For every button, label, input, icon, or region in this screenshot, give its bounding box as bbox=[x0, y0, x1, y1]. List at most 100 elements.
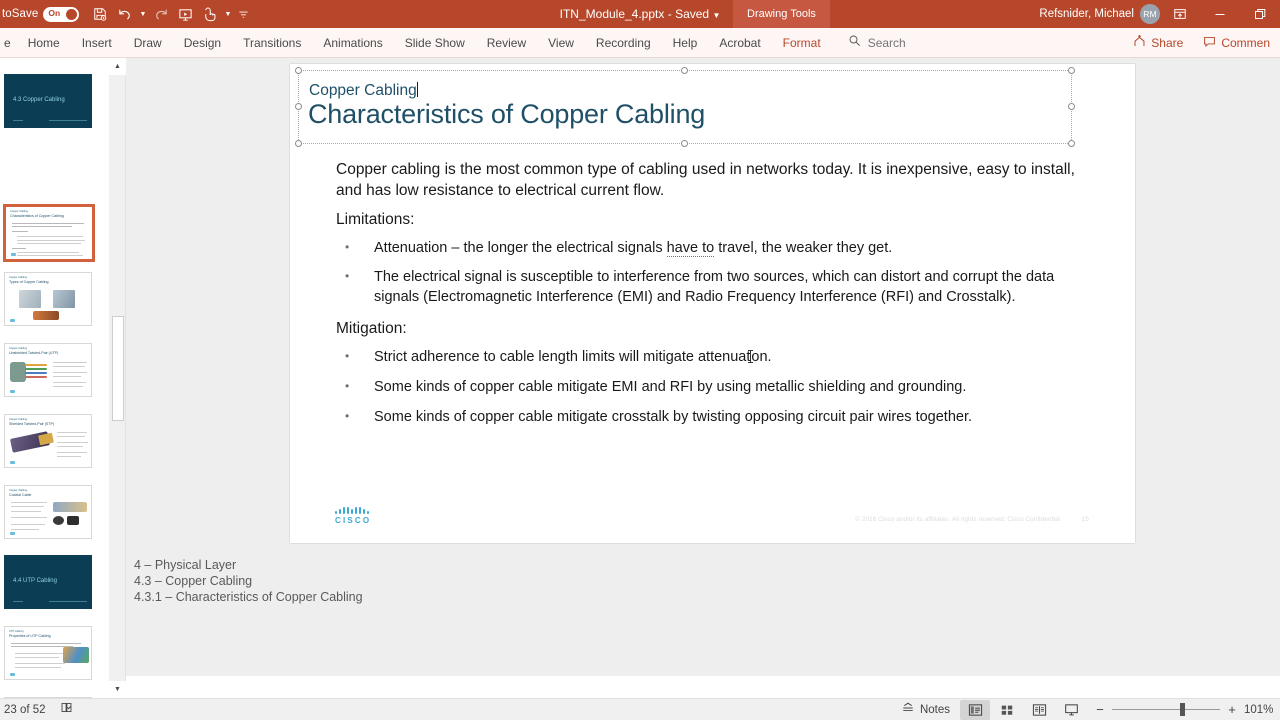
slide-thumbnail-3-title: Types of Copper Cabling bbox=[9, 280, 49, 284]
accessibility-checker-icon[interactable] bbox=[60, 701, 73, 719]
reading-view-icon[interactable] bbox=[1024, 700, 1054, 720]
slide-editing-area: Copper Cabling Characteristics of Copper… bbox=[126, 58, 1280, 550]
ribbon-display-options-icon[interactable] bbox=[1160, 0, 1200, 28]
slide-thumbnail-4[interactable]: Copper Cabling Unshielded Twisted-Pair (… bbox=[4, 343, 92, 397]
restore-icon[interactable] bbox=[1240, 0, 1280, 28]
start-presentation-icon[interactable] bbox=[174, 3, 196, 25]
slide-thumbnail-7-title: 4.4 UTP Cabling bbox=[13, 578, 57, 584]
share-button[interactable]: Share bbox=[1123, 28, 1193, 58]
touch-mouse-dropdown-icon[interactable]: ▼ bbox=[222, 3, 233, 25]
resize-handle-middle-right[interactable] bbox=[1068, 103, 1075, 110]
slide-thumbnail-1[interactable]: 4.3 Copper Cabling bbox=[4, 74, 92, 128]
autosave-control[interactable]: toSave On bbox=[2, 7, 79, 22]
tab-transitions[interactable]: Transitions bbox=[232, 28, 312, 58]
tab-draw[interactable]: Draw bbox=[123, 28, 173, 58]
normal-view-icon[interactable] bbox=[960, 700, 990, 720]
resize-handle-top-center[interactable] bbox=[681, 67, 688, 74]
zoom-control[interactable]: − + 101% bbox=[1094, 702, 1278, 717]
document-name[interactable]: ITN_Module_4.pptx bbox=[560, 7, 665, 21]
tab-home[interactable]: Home bbox=[17, 28, 71, 58]
autosave-state: On bbox=[48, 8, 60, 18]
thumbnail-pane-scrollbar[interactable]: ▲ ▼ bbox=[109, 58, 126, 698]
user-name[interactable]: Refsnider, Michael bbox=[1039, 8, 1134, 20]
title-bar-right: Refsnider, Michael RM bbox=[1039, 0, 1280, 28]
status-bar: 23 of 52 Notes bbox=[0, 698, 1280, 720]
search-box[interactable] bbox=[848, 28, 1098, 58]
slide-thumbnail-3[interactable]: Copper Cabling Types of Copper Cabling bbox=[4, 272, 92, 326]
slide-sorter-view-icon[interactable] bbox=[992, 700, 1022, 720]
zoom-in-button[interactable]: + bbox=[1226, 702, 1238, 717]
undo-icon[interactable] bbox=[113, 3, 135, 25]
resize-handle-bottom-center[interactable] bbox=[681, 140, 688, 147]
tab-acrobat[interactable]: Acrobat bbox=[708, 28, 771, 58]
search-input[interactable] bbox=[868, 36, 1098, 50]
tab-slide-show[interactable]: Slide Show bbox=[394, 28, 476, 58]
notes-line: 4 – Physical Layer bbox=[134, 558, 1280, 574]
ribbon-right-actions: Share Commen bbox=[1123, 28, 1280, 58]
resize-handle-top-left[interactable] bbox=[295, 67, 302, 74]
scrollbar-thumb[interactable] bbox=[112, 316, 124, 421]
slide-canvas[interactable]: Copper Cabling Characteristics of Copper… bbox=[290, 64, 1135, 543]
slide-thumbnail-6-eyebrow: Copper Cabling bbox=[9, 489, 27, 492]
zoom-level[interactable]: 101% bbox=[1244, 704, 1278, 716]
quick-access-toolbar: ▼ ▼ bbox=[89, 3, 251, 25]
autosave-toggle[interactable]: On bbox=[43, 7, 79, 22]
mouse-text-cursor bbox=[750, 350, 751, 363]
slide-thumbnail-3-eyebrow: Copper Cabling bbox=[9, 276, 27, 279]
tab-help[interactable]: Help bbox=[662, 28, 709, 58]
tab-review[interactable]: Review bbox=[476, 28, 537, 58]
slide-thumbnail-7[interactable]: 4.4 UTP Cabling bbox=[4, 555, 92, 609]
slide-eyebrow[interactable]: Copper Cabling bbox=[309, 82, 418, 100]
slide-counter[interactable]: 23 of 52 bbox=[4, 704, 46, 716]
slide-thumbnail-1-title: 4.3 Copper Cabling bbox=[13, 97, 65, 103]
zoom-out-button[interactable]: − bbox=[1094, 702, 1106, 717]
bullet-text: The electrical signal is susceptible to … bbox=[374, 268, 1096, 307]
slide-thumbnail-2[interactable]: Copper Cabling Characteristics of Copper… bbox=[3, 204, 95, 262]
document-title-dropdown-icon[interactable]: ▼ bbox=[712, 11, 720, 20]
scroll-up-icon[interactable]: ▲ bbox=[109, 58, 126, 75]
tab-design[interactable]: Design bbox=[173, 28, 232, 58]
resize-handle-bottom-left[interactable] bbox=[295, 140, 302, 147]
slide-thumbnail-6[interactable]: Copper Cabling Coaxial Cable bbox=[4, 485, 92, 539]
tab-format[interactable]: Format bbox=[772, 28, 832, 58]
slide-show-view-icon[interactable] bbox=[1056, 700, 1086, 720]
title-bar: toSave On ▼ bbox=[0, 0, 1280, 28]
notes-pane[interactable]: 4 – Physical Layer 4.3 – Copper Cabling … bbox=[126, 550, 1280, 676]
avatar[interactable]: RM bbox=[1140, 4, 1160, 24]
touch-mouse-mode-icon[interactable] bbox=[198, 3, 220, 25]
customize-qat-icon[interactable] bbox=[235, 3, 251, 25]
zoom-slider-knob[interactable] bbox=[1180, 703, 1185, 716]
slide-thumbnail-5[interactable]: Copper Cabling Shielded Twisted-Pair (ST… bbox=[4, 414, 92, 468]
notes-line: 4.3 – Copper Cabling bbox=[134, 574, 1280, 590]
slide-number: 15 bbox=[1082, 516, 1089, 523]
resize-handle-middle-left[interactable] bbox=[295, 103, 302, 110]
bullet-glyph: • bbox=[336, 239, 374, 259]
comments-button[interactable]: Commen bbox=[1193, 28, 1280, 58]
comment-icon bbox=[1203, 35, 1216, 51]
body-placeholder[interactable]: Copper cabling is the most common type o… bbox=[336, 160, 1096, 437]
undo-dropdown-icon[interactable]: ▼ bbox=[137, 3, 148, 25]
slide-thumbnail-5-eyebrow: Copper Cabling bbox=[9, 418, 27, 421]
zoom-slider[interactable] bbox=[1112, 709, 1220, 710]
title-placeholder[interactable]: Copper Cabling Characteristics of Copper… bbox=[298, 70, 1072, 144]
bullet-glyph: • bbox=[336, 408, 374, 428]
slide-thumbnail-8[interactable]: UTP Cabling Properties of UTP Cabling bbox=[4, 626, 92, 680]
autosave-label: toSave bbox=[2, 8, 38, 20]
notes-toggle-button[interactable]: Notes bbox=[893, 699, 958, 721]
tab-animations[interactable]: Animations bbox=[312, 28, 393, 58]
search-icon bbox=[848, 34, 861, 52]
tab-recording[interactable]: Recording bbox=[585, 28, 662, 58]
minimize-icon[interactable] bbox=[1200, 0, 1240, 28]
redo-icon[interactable] bbox=[150, 3, 172, 25]
scroll-down-icon[interactable]: ▼ bbox=[109, 681, 126, 698]
save-icon[interactable] bbox=[89, 3, 111, 25]
tab-view[interactable]: View bbox=[537, 28, 585, 58]
tab-insert[interactable]: Insert bbox=[71, 28, 123, 58]
copyright-text: © 2016 Cisco and/or its affiliates. All … bbox=[855, 516, 1059, 523]
slide-title[interactable]: Characteristics of Copper Cabling bbox=[308, 99, 705, 130]
tab-file[interactable]: e bbox=[0, 28, 17, 58]
spelling-error: have to bbox=[667, 240, 715, 257]
resize-handle-bottom-right[interactable] bbox=[1068, 140, 1075, 147]
resize-handle-top-right[interactable] bbox=[1068, 67, 1075, 74]
slide-thumbnail-pane[interactable]: 4.3 Copper Cabling Copper Cabling Charac… bbox=[0, 58, 108, 698]
